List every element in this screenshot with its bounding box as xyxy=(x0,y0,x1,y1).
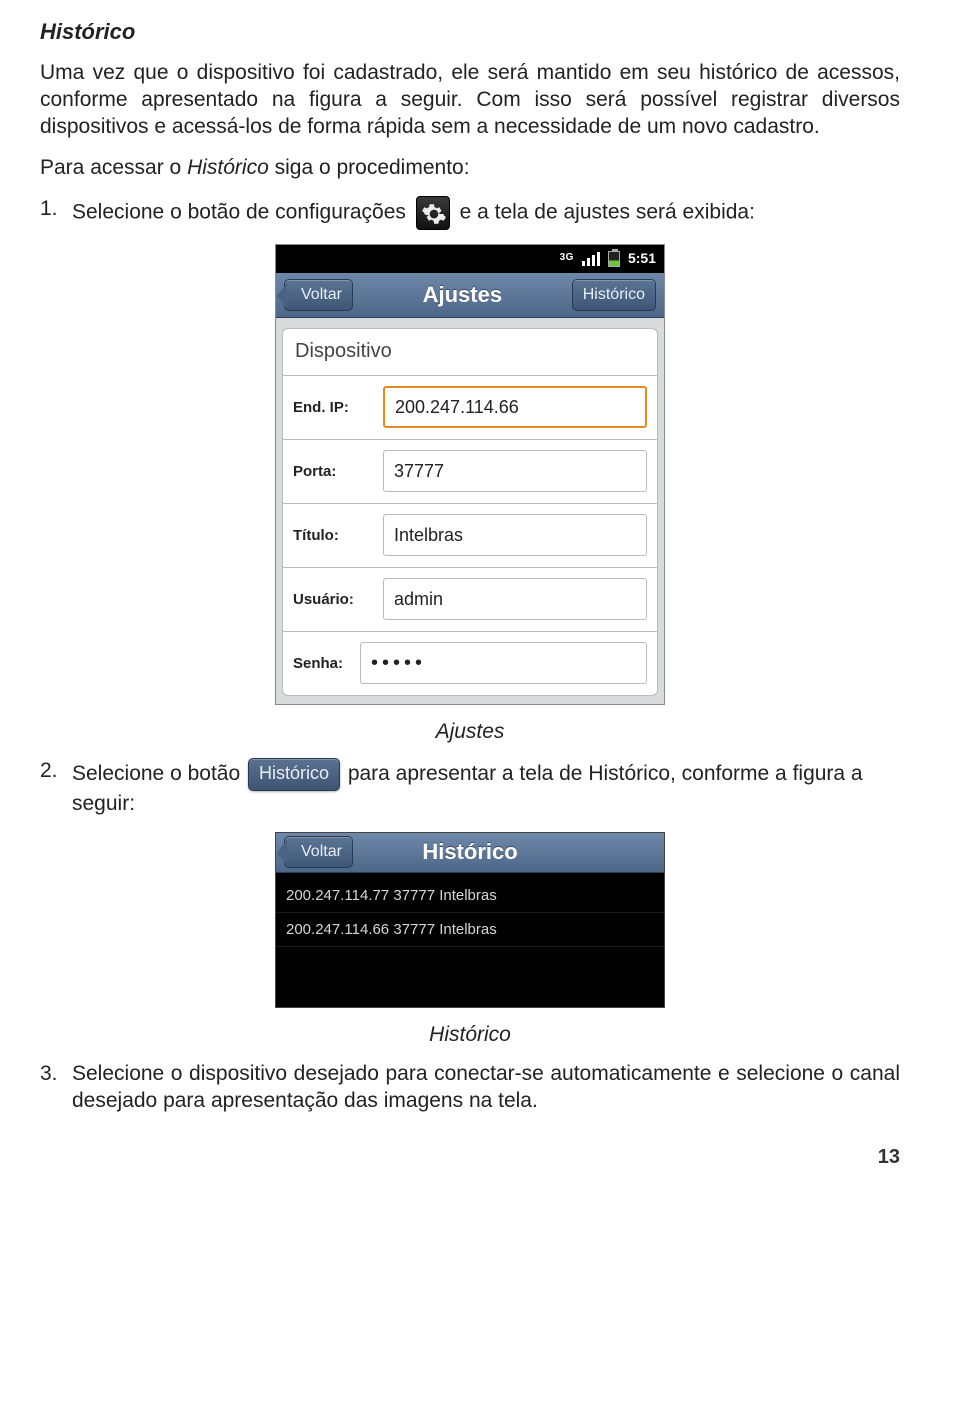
step-text: Selecione o dispositivo desejado para co… xyxy=(72,1061,900,1115)
user-field[interactable] xyxy=(383,578,647,620)
step-number: 1. xyxy=(40,196,62,230)
historico-list: 200.247.114.77 37777 Intelbras 200.247.1… xyxy=(276,873,664,1007)
signal-icon xyxy=(582,252,600,266)
step-number: 2. xyxy=(40,758,62,818)
caption-historico: Histórico xyxy=(40,1022,900,1049)
label-title: Título: xyxy=(283,526,383,545)
back-button[interactable]: Voltar xyxy=(284,279,353,311)
label-user: Usuário: xyxy=(283,590,383,609)
step-text: Selecione o botão Histórico para apresen… xyxy=(72,758,900,818)
title-field[interactable] xyxy=(383,514,647,556)
row-pwd: Senha: xyxy=(282,632,658,696)
label-port: Porta: xyxy=(283,462,383,481)
network-icon: 3G xyxy=(560,252,574,265)
label-pwd: Senha: xyxy=(283,654,360,673)
step-2: 2. Selecione o botão Histórico para apre… xyxy=(40,758,900,818)
text-italic: Histórico xyxy=(588,762,670,785)
step-text: Selecione o botão de configurações e a t… xyxy=(72,196,755,230)
text: Selecione o botão de configurações xyxy=(72,200,412,223)
historico-button[interactable]: Histórico xyxy=(572,279,656,311)
row-ip: End. IP: xyxy=(282,376,658,440)
section-heading: Histórico xyxy=(40,18,900,46)
page-number: 13 xyxy=(40,1145,900,1171)
row-port: Porta: xyxy=(282,440,658,504)
step-number: 3. xyxy=(40,1061,62,1115)
historico-button-inline: Histórico xyxy=(248,758,340,791)
text: siga o procedimento: xyxy=(269,156,470,179)
text: Para acessar o xyxy=(40,156,187,179)
paragraph-2: Para acessar o Histórico siga o procedim… xyxy=(40,155,900,182)
step-1: 1. Selecione o botão de configurações e … xyxy=(40,196,900,230)
nav-bar: Voltar Ajustes Histórico xyxy=(276,273,664,318)
text-italic: Histórico xyxy=(187,156,269,179)
caption-ajustes: Ajustes xyxy=(40,719,900,746)
gear-icon xyxy=(416,196,450,230)
paragraph-1: Uma vez que o dispositivo foi cadastrado… xyxy=(40,60,900,141)
port-field[interactable] xyxy=(383,450,647,492)
section-dispositivo: Dispositivo xyxy=(282,328,658,376)
list-item[interactable]: 200.247.114.77 37777 Intelbras xyxy=(276,879,664,913)
status-time: 5:51 xyxy=(628,250,656,268)
text: Selecione o botão xyxy=(72,762,246,785)
nav-bar: Voltar Histórico xyxy=(276,833,664,873)
text: e a tela de ajustes será exibida: xyxy=(454,200,755,223)
step-3: 3. Selecione o dispositivo desejado para… xyxy=(40,1061,900,1115)
text: para apresentar a tela de xyxy=(342,762,588,785)
nav-title: Histórico xyxy=(276,838,664,866)
label-ip: End. IP: xyxy=(283,398,383,417)
row-title: Título: xyxy=(282,504,658,568)
nav-title: Ajustes xyxy=(423,281,502,309)
list-item[interactable]: 200.247.114.66 37777 Intelbras xyxy=(276,913,664,947)
historico-screenshot: Voltar Histórico 200.247.114.77 37777 In… xyxy=(275,832,665,1008)
ajustes-screenshot: 3G 5:51 Voltar Ajustes Histórico Disposi… xyxy=(275,244,665,705)
row-user: Usuário: xyxy=(282,568,658,632)
password-field[interactable] xyxy=(360,642,647,684)
ip-field[interactable] xyxy=(383,386,647,428)
battery-icon xyxy=(608,251,620,267)
status-bar: 3G 5:51 xyxy=(276,245,664,273)
